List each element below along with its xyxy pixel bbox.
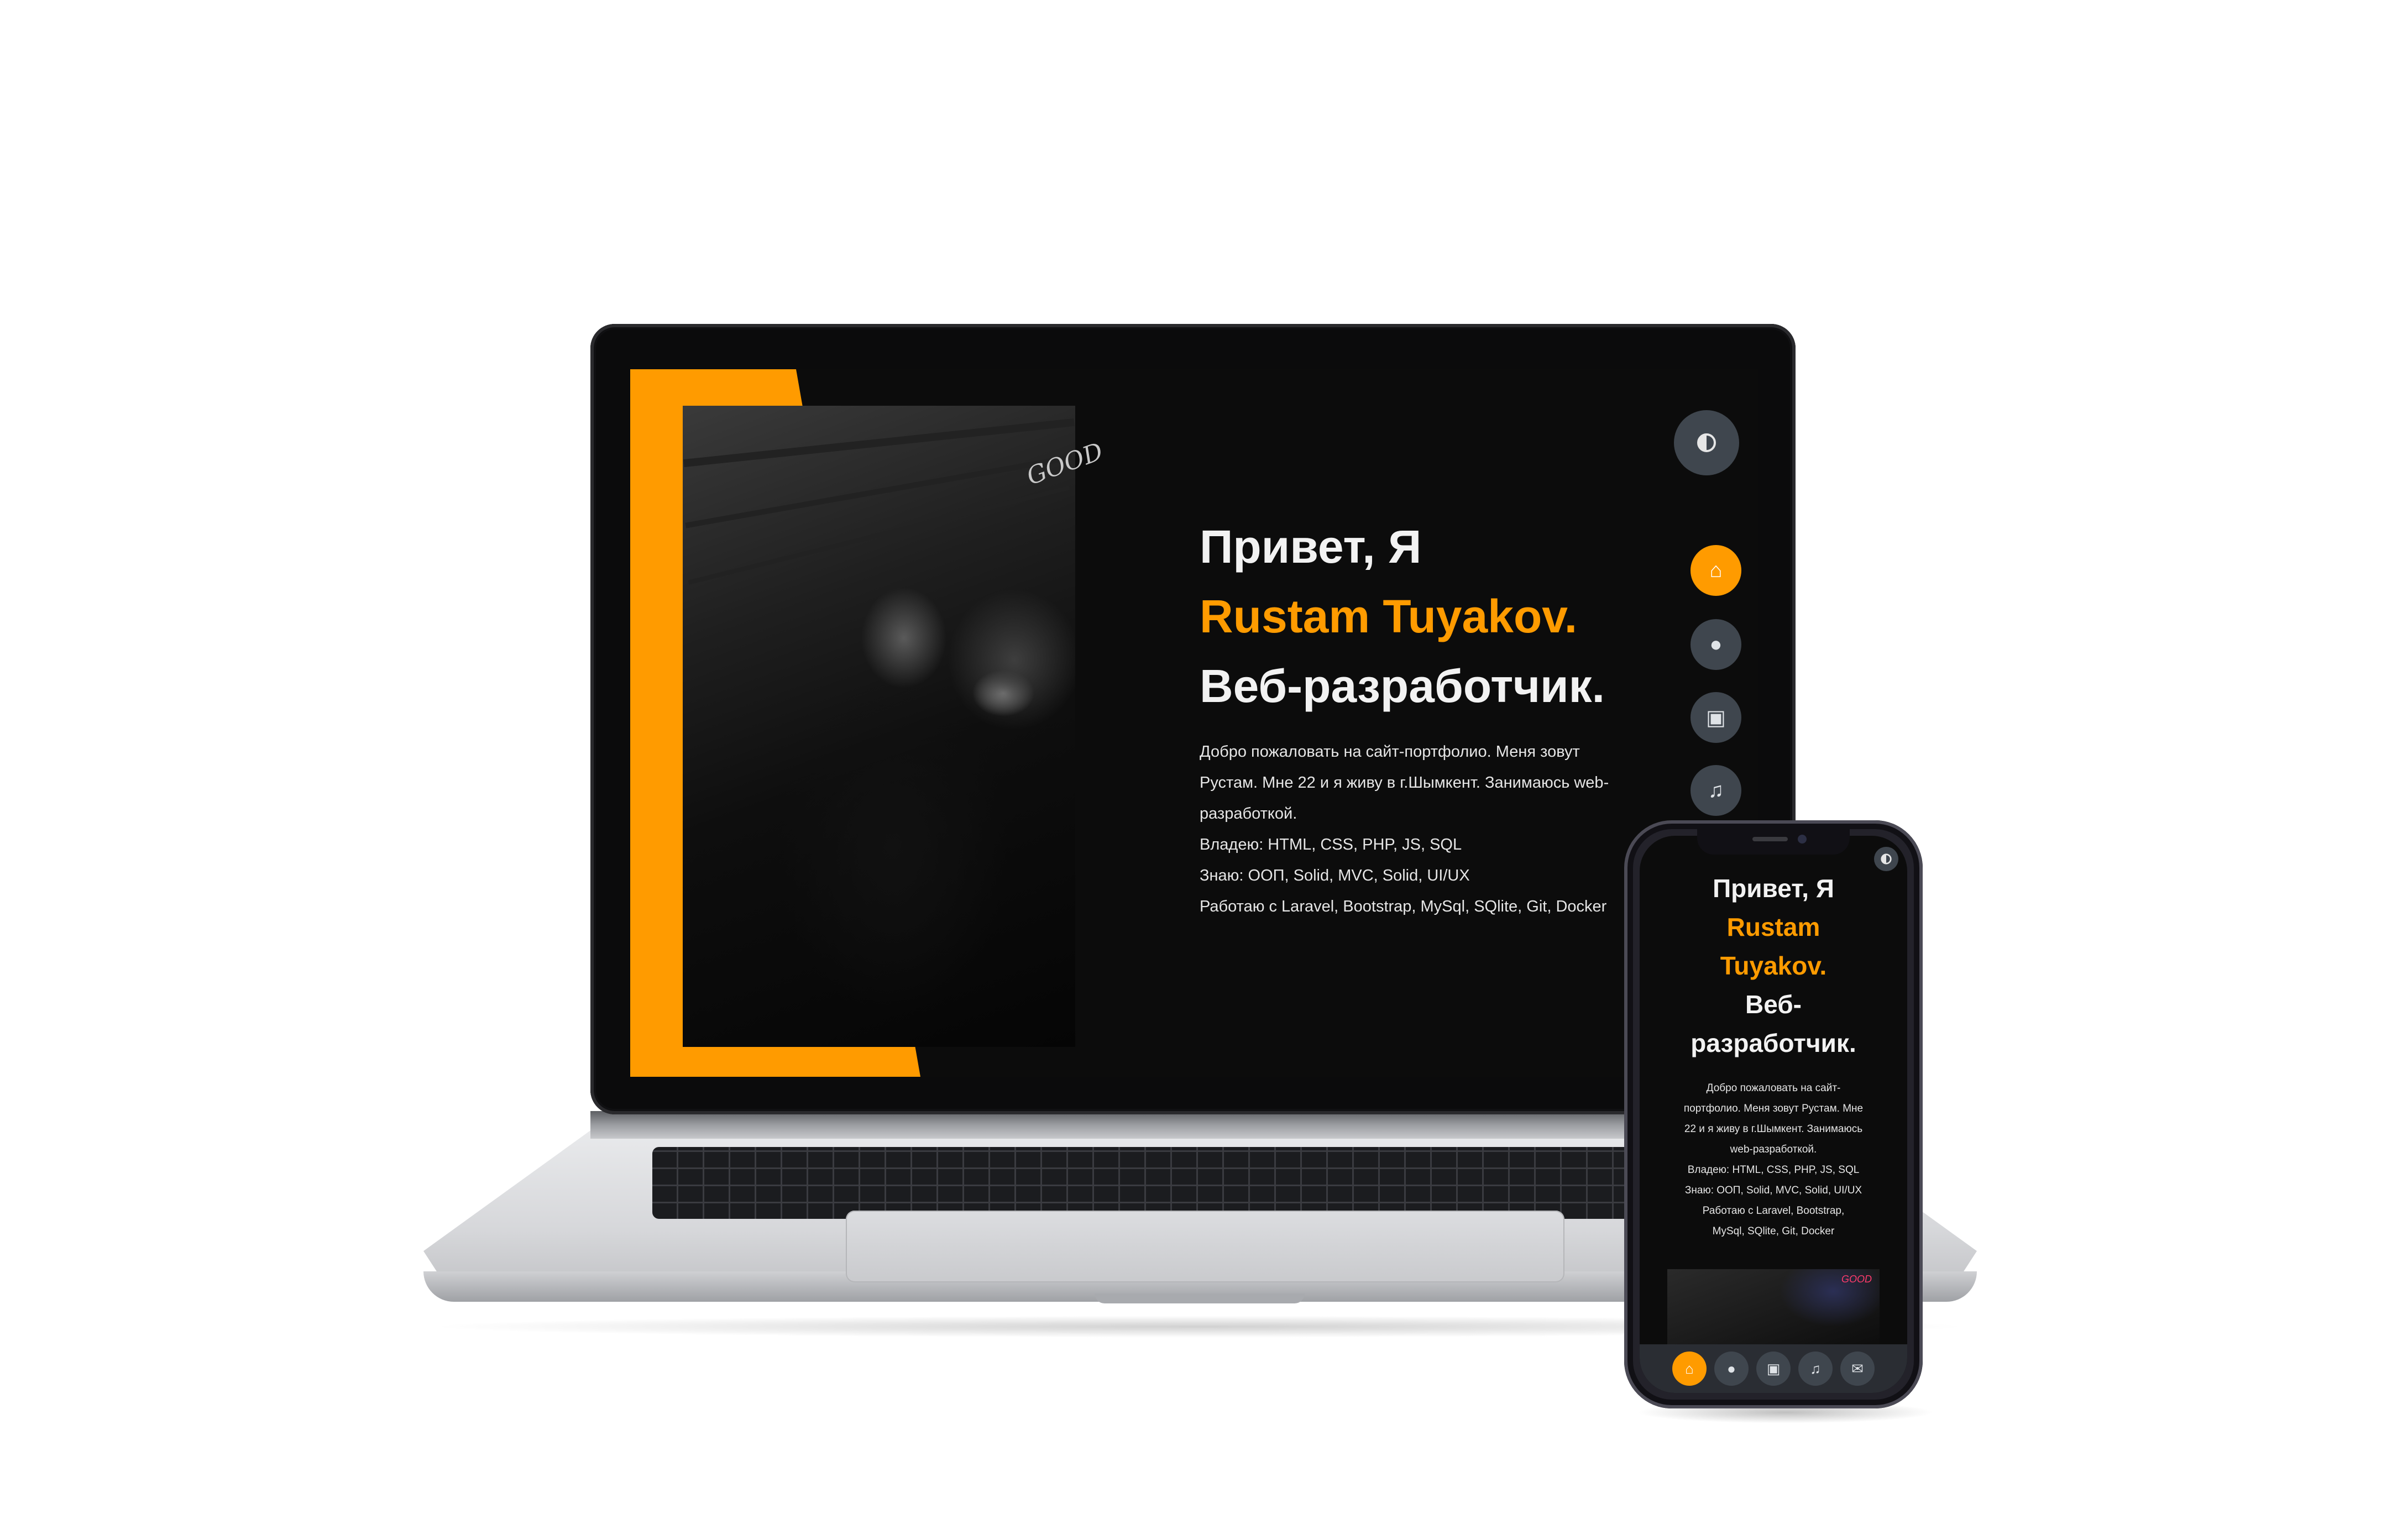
- mobile-hero-role: разработчик.: [1691, 1029, 1856, 1057]
- intro-line: Владею: HTML, CSS, PHP, JS, SQL: [1200, 836, 1462, 853]
- intro-line: разработкой.: [1200, 805, 1297, 823]
- mobile-hero-greeting: Привет, Я: [1713, 874, 1834, 903]
- mobile-theme-toggle-button[interactable]: [1874, 847, 1898, 871]
- mobile-nav-portfolio-button[interactable]: ▣: [1756, 1352, 1791, 1386]
- mobile-nav-about-button[interactable]: ●: [1714, 1352, 1749, 1386]
- nav-music-button[interactable]: ♫: [1691, 765, 1741, 816]
- intro-line: 22 и я живу в г.Шымкент. Занимаюсь: [1684, 1123, 1863, 1135]
- phone-notch: [1697, 829, 1850, 855]
- laptop-keyboard: [652, 1147, 1642, 1219]
- user-icon: ●: [1709, 632, 1723, 656]
- intro-line: Работаю с Laravel, Bootstrap,: [1702, 1205, 1845, 1217]
- mobile-bottom-nav: ⌂ ● ▣ ♫ ✉: [1640, 1344, 1907, 1393]
- laptop-trackpad: [846, 1211, 1564, 1282]
- briefcase-icon: ▣: [1766, 1360, 1781, 1377]
- phone-speaker: [1752, 837, 1788, 841]
- profile-photo: GOOD: [683, 406, 1107, 1047]
- intro-line: Владею: HTML, CSS, PHP, JS, SQL: [1687, 1164, 1860, 1176]
- mobile-hero-intro: Добро пожаловать на сайт- портфолио. Мен…: [1656, 1078, 1891, 1242]
- hero-heading: Привет, Я Rustam Tuyakov. Веб-разработчи…: [1200, 512, 1605, 721]
- intro-line: Добро пожаловать на сайт-: [1706, 1082, 1841, 1094]
- home-icon: ⌂: [1685, 1360, 1694, 1377]
- theme-toggle-button[interactable]: [1674, 410, 1739, 475]
- user-icon: ●: [1727, 1360, 1736, 1377]
- intro-line: Знаю: ООП, Solid, MVC, Solid, UI/UX: [1200, 867, 1470, 884]
- contrast-icon: [1697, 433, 1716, 452]
- mobile-nav-contact-button[interactable]: ✉: [1840, 1352, 1875, 1386]
- photo-sign-text: GOOD: [1841, 1274, 1872, 1285]
- mail-icon: ✉: [1851, 1360, 1864, 1377]
- mobile-hero-name: Rustam: [1726, 913, 1820, 941]
- phone-camera: [1798, 835, 1807, 844]
- mobile-nav-music-button[interactable]: ♫: [1798, 1352, 1833, 1386]
- hero-greeting: Привет, Я: [1200, 521, 1422, 573]
- laptop-hinge: [590, 1111, 1796, 1139]
- hero-name: Rustam Tuyakov.: [1200, 590, 1578, 642]
- mobile-hero-heading: Привет, Я Rustam Tuyakov. Веб- разработч…: [1640, 869, 1907, 1062]
- nav-home-button[interactable]: ⌂: [1691, 545, 1741, 596]
- mobile-profile-photo: GOOD: [1667, 1269, 1880, 1347]
- home-icon: ⌂: [1709, 558, 1723, 582]
- intro-line: Знаю: ООП, Solid, MVC, Solid, UI/UX: [1684, 1185, 1862, 1196]
- contrast-icon: [1881, 853, 1892, 865]
- laptop-lid-notch: [1095, 1293, 1305, 1303]
- photo-sign-text: GOOD: [1023, 437, 1107, 491]
- hero-intro: Добро пожаловать на сайт-портфолио. Меня…: [1200, 736, 1631, 922]
- music-icon: ♫: [1708, 778, 1724, 802]
- mobile-nav-home-button[interactable]: ⌂: [1672, 1352, 1707, 1386]
- intro-line: портфолио. Меня зовут Рустам. Мне: [1683, 1103, 1864, 1114]
- briefcase-icon: ▣: [1706, 706, 1726, 730]
- intro-line: web-разработкой.: [1730, 1144, 1817, 1155]
- mobile-hero-name: Tuyakov.: [1720, 951, 1827, 980]
- nav-about-button[interactable]: ●: [1691, 619, 1741, 670]
- desktop-site: GOOD ⌂ ● ▣ ♫ Привет, Я Rustam Tuyakov. В…: [630, 369, 1758, 1077]
- hero-role: Веб-разработчик.: [1200, 660, 1605, 712]
- nav-portfolio-button[interactable]: ▣: [1691, 692, 1741, 743]
- mobile-site: Привет, Я Rustam Tuyakov. Веб- разработч…: [1640, 836, 1907, 1393]
- intro-line: Добро пожаловать на сайт-портфолио. Меня…: [1200, 743, 1580, 761]
- intro-line: Рустам. Мне 22 и я живу в г.Шымкент. Зан…: [1200, 774, 1609, 792]
- music-icon: ♫: [1810, 1360, 1821, 1377]
- intro-line: Работаю с Laravel, Bootstrap, MySql, SQl…: [1200, 898, 1607, 915]
- intro-line: MySql, SQlite, Git, Docker: [1712, 1225, 1835, 1237]
- mobile-hero-role: Веб-: [1745, 990, 1802, 1019]
